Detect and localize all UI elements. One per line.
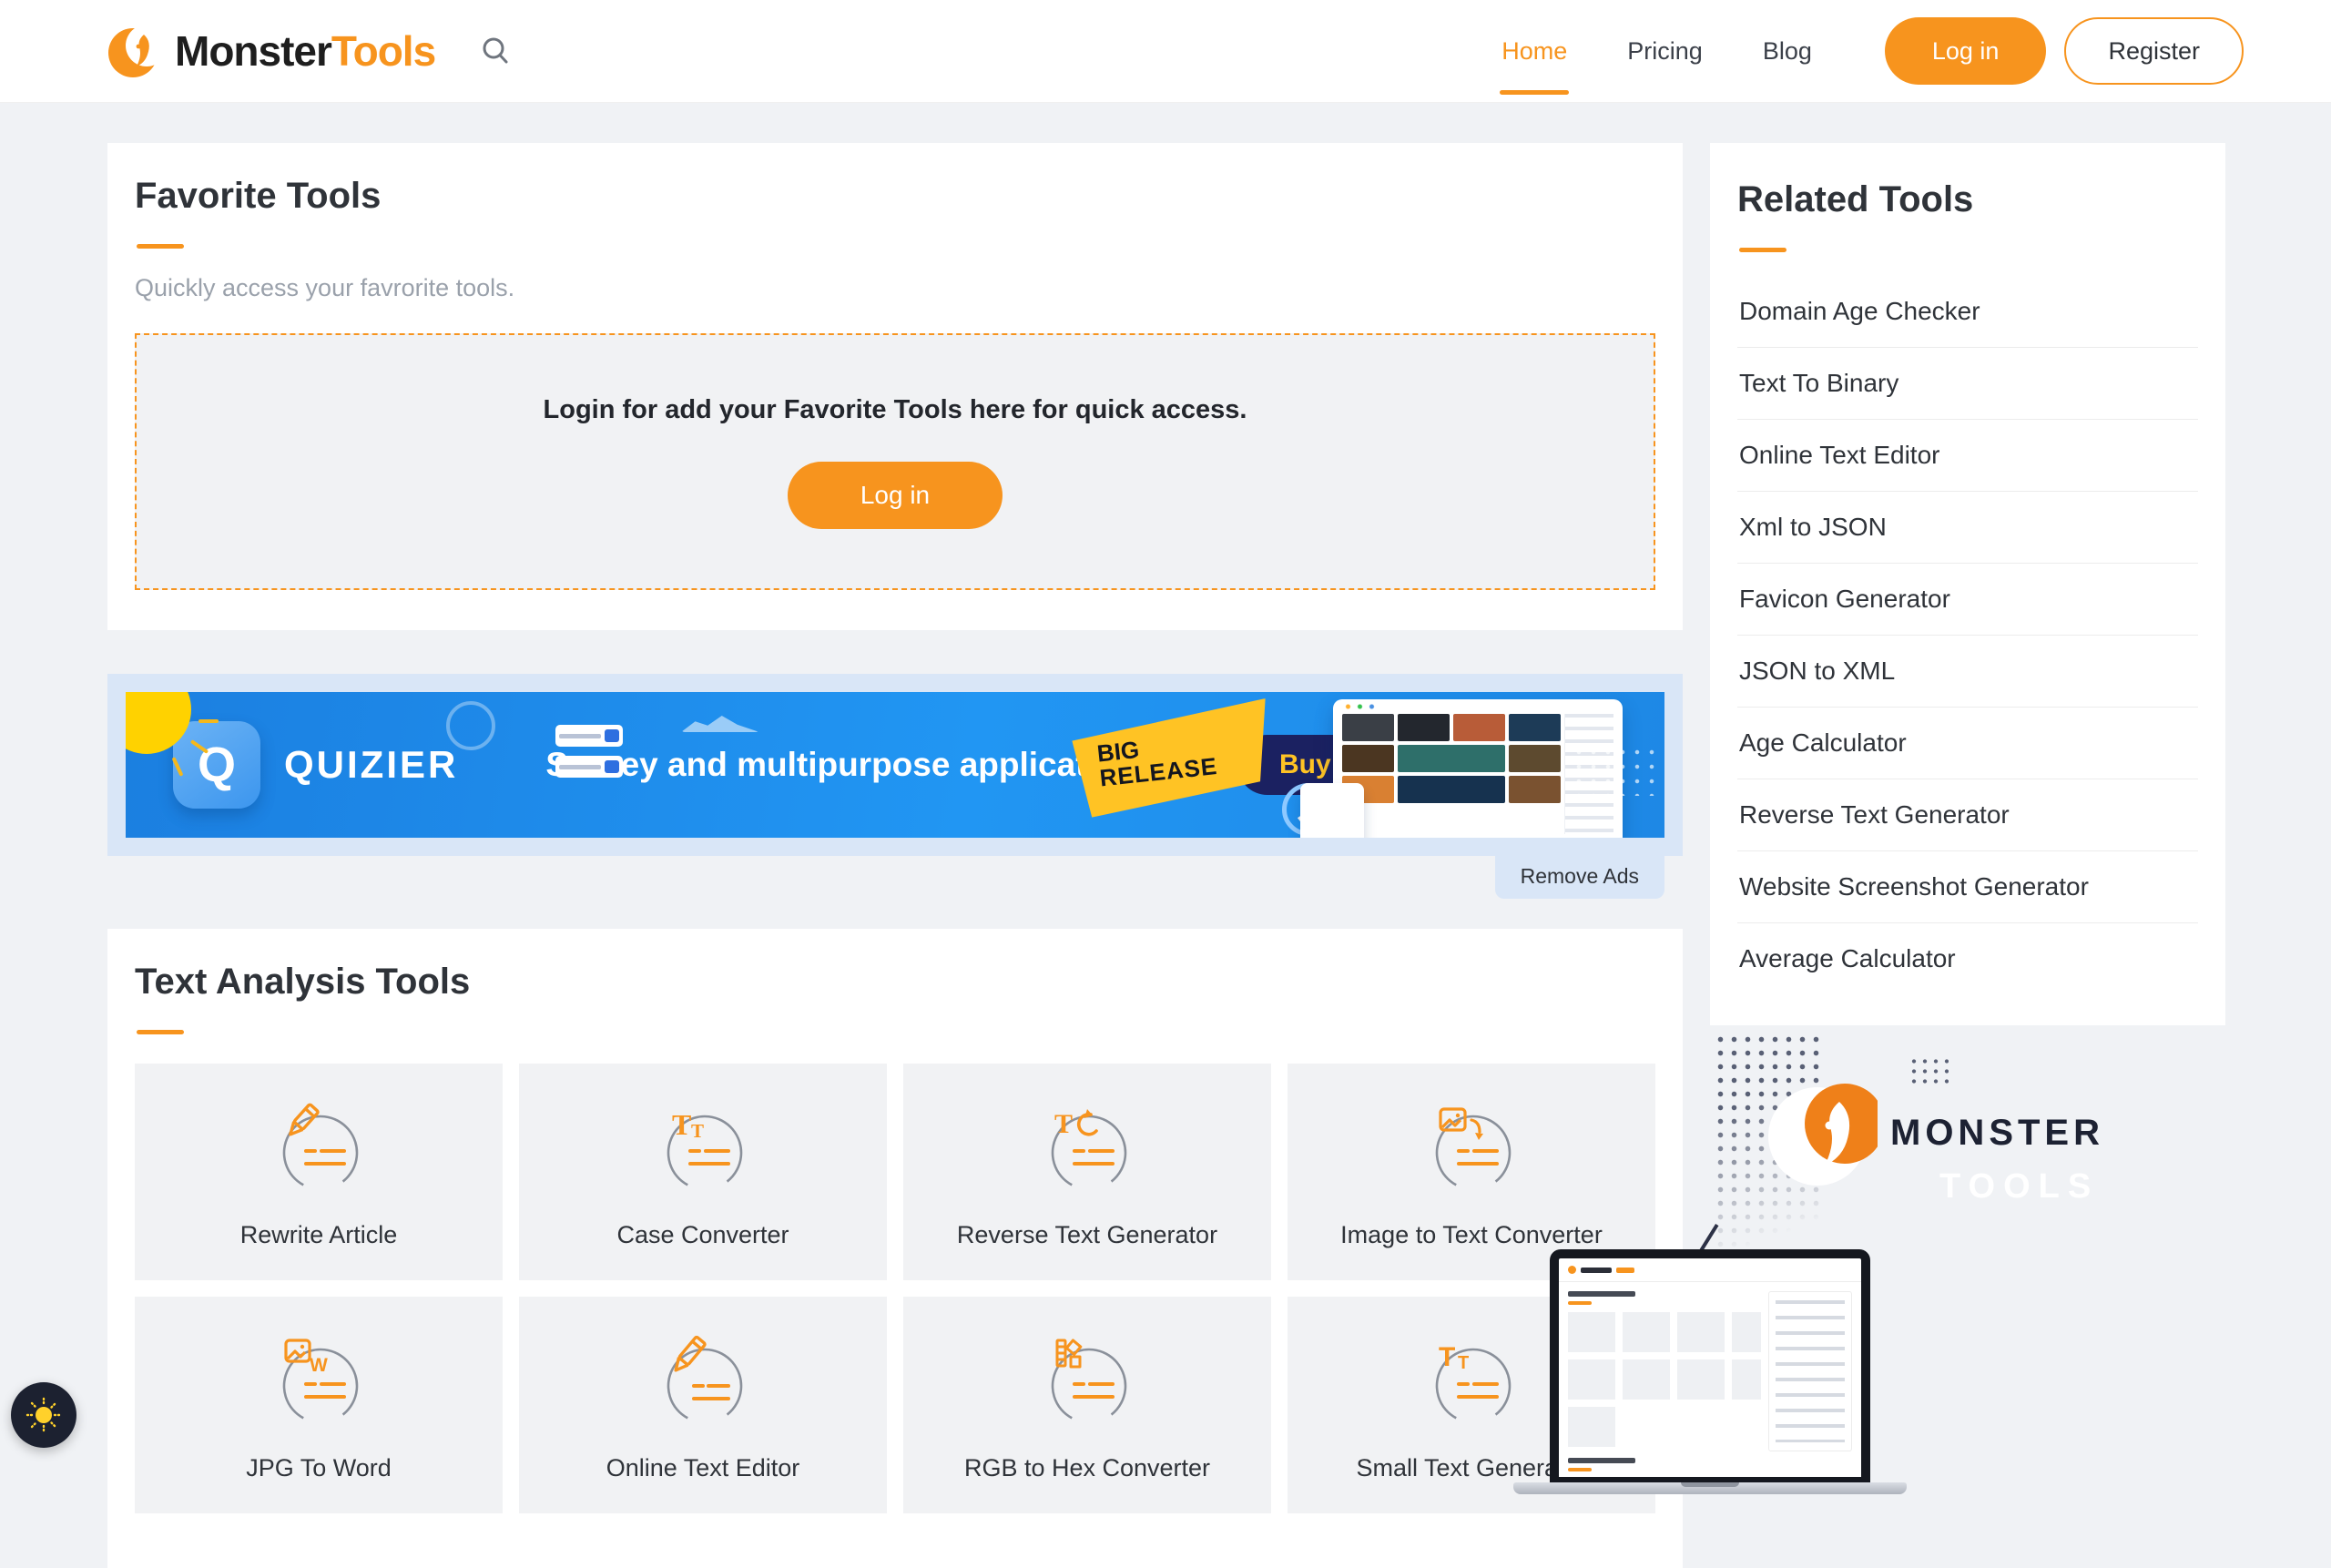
text-rotate-icon: T	[1033, 1095, 1142, 1208]
circle-decor	[446, 701, 495, 750]
svg-text:W: W	[310, 1355, 328, 1376]
related-link-website-screenshot-generator[interactable]: Website Screenshot Generator	[1737, 851, 2198, 923]
letter-case-icon: T T	[648, 1095, 758, 1208]
quizier-logo: Q	[173, 721, 260, 809]
tool-card-rgb-to-hex-converter[interactable]: RGB to Hex Converter	[903, 1297, 1271, 1513]
image-w-icon: W	[264, 1328, 373, 1441]
text-analysis-tools-section: Text Analysis Tools	[107, 929, 1683, 1568]
pencil-edit-icon	[648, 1328, 758, 1441]
favorite-tools-subtitle: Quickly access your favrorite tools.	[135, 274, 1655, 302]
small-text-icon: T T	[1417, 1328, 1526, 1441]
advertisement-container: Q QUIZIER Survey and multipurpose applic…	[107, 674, 1683, 856]
brand-name: MonsterTools	[175, 26, 435, 76]
related-tools-title: Related Tools	[1737, 179, 2198, 220]
nav-item-home[interactable]: Home	[1500, 32, 1569, 71]
top-navigation-bar: MonsterTools Home Pricing Blog Log in Re…	[0, 0, 2331, 103]
color-swatch-icon	[1033, 1328, 1142, 1441]
related-tools-list: Domain Age Checker Text To Binary Online…	[1737, 276, 2198, 994]
favorite-login-box: Login for add your Favorite Tools here f…	[135, 333, 1655, 590]
favorite-tools-section: Favorite Tools Quickly access your favro…	[107, 143, 1683, 630]
theme-toggle-button[interactable]	[11, 1382, 76, 1448]
tool-card-image-to-text-converter[interactable]: Image to Text Converter	[1288, 1064, 1655, 1280]
image-arrow-icon	[1417, 1095, 1526, 1208]
ad-banner[interactable]: Q QUIZIER Survey and multipurpose applic…	[126, 692, 1664, 838]
tool-card-case-converter[interactable]: T T Case Converter	[519, 1064, 887, 1280]
tool-label: Case Converter	[616, 1221, 789, 1249]
related-link-online-text-editor[interactable]: Online Text Editor	[1737, 420, 2198, 492]
chart-card-decor	[1300, 783, 1364, 838]
related-link-favicon-generator[interactable]: Favicon Generator	[1737, 564, 2198, 636]
related-tools-section: Related Tools Domain Age Checker Text To…	[1710, 143, 2225, 1025]
tool-label: Rewrite Article	[240, 1221, 398, 1249]
ui-chip-decor	[555, 756, 623, 778]
favorite-tools-title: Favorite Tools	[135, 176, 1655, 217]
sidebar: Related Tools Domain Age Checker Text To…	[1710, 143, 2225, 1025]
ad-brand-name: QUIZIER	[284, 743, 458, 787]
svg-text:T: T	[1054, 1109, 1073, 1139]
accent-underline	[1739, 248, 1786, 252]
ui-chip-decor	[555, 725, 623, 747]
register-button[interactable]: Register	[2064, 17, 2244, 85]
tool-card-rewrite-article[interactable]: Rewrite Article	[135, 1064, 503, 1280]
related-link-xml-to-json[interactable]: Xml to JSON	[1737, 492, 2198, 564]
related-link-domain-age-checker[interactable]: Domain Age Checker	[1737, 276, 2198, 348]
monster-logo-icon	[107, 22, 164, 80]
sun-icon	[25, 1397, 62, 1433]
related-link-json-to-xml[interactable]: JSON to XML	[1737, 636, 2198, 708]
nav-item-blog[interactable]: Blog	[1761, 32, 1814, 71]
pencil-document-icon	[264, 1095, 373, 1208]
text-analysis-tools-title: Text Analysis Tools	[135, 962, 1655, 1003]
login-button[interactable]: Log in	[1885, 17, 2047, 85]
svg-text:T: T	[691, 1120, 704, 1142]
related-link-reverse-text-generator[interactable]: Reverse Text Generator	[1737, 779, 2198, 851]
tool-label: Image to Text Converter	[1340, 1221, 1603, 1249]
tool-card-online-text-editor[interactable]: Online Text Editor	[519, 1297, 887, 1513]
ad-tagline: Survey and multipurpose application	[545, 746, 1137, 784]
browser-dots	[1342, 704, 1379, 709]
svg-text:T: T	[672, 1108, 691, 1141]
related-link-text-to-binary[interactable]: Text To Binary	[1737, 348, 2198, 420]
nav-item-pricing[interactable]: Pricing	[1625, 32, 1705, 71]
dots-pattern-decor	[1572, 745, 1659, 796]
remove-ads-button[interactable]: Remove Ads	[1495, 856, 1664, 899]
tool-label: JPG To Word	[246, 1454, 392, 1482]
accent-underline	[137, 1030, 184, 1034]
tool-label: Online Text Editor	[606, 1454, 800, 1482]
sun-ray-decor	[198, 719, 219, 723]
main-nav: Home Pricing Blog	[1500, 32, 1814, 71]
search-icon[interactable]	[479, 35, 512, 67]
tool-card-jpg-to-word[interactable]: W JPG To Word	[135, 1297, 503, 1513]
big-release-ribbon: BIG RELEASE	[1070, 698, 1276, 819]
svg-text:T: T	[1439, 1342, 1455, 1372]
tool-card-reverse-text-generator[interactable]: T Reverse Text Generator	[903, 1064, 1271, 1280]
cloud-decor	[681, 716, 759, 732]
tool-grid: Rewrite Article T T Case Converte	[135, 1064, 1655, 1513]
login-prompt-text: Login for add your Favorite Tools here f…	[544, 395, 1247, 425]
tool-label: Reverse Text Generator	[957, 1221, 1217, 1249]
favorite-login-button[interactable]: Log in	[788, 462, 1003, 529]
accent-underline	[137, 244, 184, 249]
related-link-average-calculator[interactable]: Average Calculator	[1737, 923, 2198, 994]
main-column: Favorite Tools Quickly access your favro…	[107, 143, 1683, 1568]
related-link-age-calculator[interactable]: Age Calculator	[1737, 708, 2198, 779]
tool-label: RGB to Hex Converter	[964, 1454, 1210, 1482]
page-content: Favorite Tools Quickly access your favro…	[0, 103, 2331, 1568]
brand-logo[interactable]: MonsterTools	[107, 22, 435, 80]
svg-text:T: T	[1458, 1353, 1469, 1373]
